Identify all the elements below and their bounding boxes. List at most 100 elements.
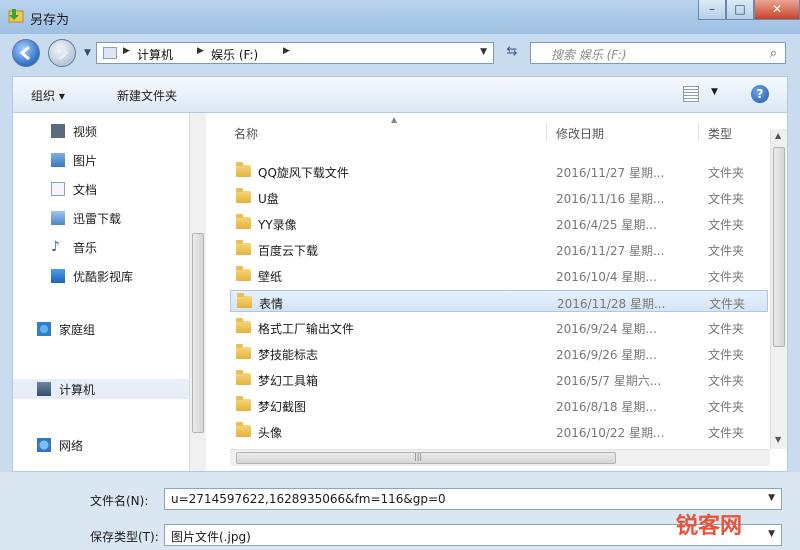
- vscrollbar-thumb[interactable]: [773, 147, 785, 347]
- nav-item-xunlei[interactable]: 迅雷下载: [13, 208, 189, 228]
- nav-item-label: 音乐: [73, 241, 98, 255]
- scroll-grip-icon: |||: [414, 452, 423, 461]
- filetype-label: 保存类型(T):: [90, 530, 159, 544]
- file-row[interactable]: 格式工厂输出文件 2016/9/24 星期... 文件夹: [230, 316, 768, 338]
- filename-field[interactable]: u=2714597622,1628935066&fm=116&gp=0 ▼: [164, 488, 782, 510]
- chevron-right-icon[interactable]: ▶: [123, 46, 130, 56]
- folder-icon: [236, 266, 251, 281]
- file-row[interactable]: YY录像 2016/4/25 星期... 文件夹: [230, 212, 768, 234]
- nav-item-computer[interactable]: 计算机: [13, 379, 189, 399]
- file-name: 表情: [259, 297, 284, 311]
- chevron-right-icon[interactable]: ▶: [197, 46, 204, 56]
- file-row[interactable]: 壁纸 2016/10/4 星期... 文件夹: [230, 264, 768, 286]
- nav-item-documents[interactable]: 文档: [13, 179, 189, 199]
- folder-icon: [236, 396, 251, 411]
- file-date: 2016/11/28 星期...: [557, 297, 666, 311]
- refresh-button[interactable]: ⇆: [500, 44, 524, 62]
- nav-item-label: 视频: [73, 125, 98, 139]
- address-bar[interactable]: ▶ 计算机 ▶ 娱乐 (F:) ▶ ▼: [96, 42, 494, 64]
- close-button[interactable]: ✕: [754, 0, 800, 20]
- hscrollbar-thumb[interactable]: [236, 452, 616, 464]
- file-date: 2016/5/7 星期六...: [556, 374, 662, 388]
- organize-button[interactable]: 组织 ▾: [31, 87, 65, 104]
- video-library-icon: [51, 124, 65, 138]
- file-list-vscrollbar[interactable]: ▲ ▼: [770, 129, 787, 449]
- folder-icon: [236, 370, 251, 385]
- nav-item-label: 文档: [73, 183, 98, 197]
- file-type: 文件夹: [708, 166, 745, 180]
- documents-library-icon: [51, 182, 65, 196]
- file-date: 2016/11/27 星期...: [556, 166, 665, 180]
- file-row-selected[interactable]: 表情 2016/11/28 星期... 文件夹: [230, 290, 768, 312]
- file-type: 文件夹: [708, 218, 745, 232]
- refresh-icon: ⇆: [506, 44, 518, 59]
- nav-item-label: 计算机: [59, 383, 96, 397]
- back-button[interactable]: [12, 39, 40, 67]
- folder-icon: [236, 214, 251, 229]
- computer-icon: [103, 47, 117, 59]
- search-input[interactable]: 搜索 娱乐 (F:) ⌕: [530, 42, 786, 64]
- file-row[interactable]: QQ旋风下载文件 2016/11/27 星期... 文件夹: [230, 160, 768, 182]
- chevron-right-icon[interactable]: ▶: [283, 46, 290, 56]
- search-placeholder: 搜索 娱乐 (F:): [551, 48, 627, 62]
- scroll-down-icon[interactable]: ▼: [775, 435, 781, 444]
- file-type: 文件夹: [708, 192, 745, 206]
- nav-item-music[interactable]: ♪ 音乐: [13, 237, 189, 257]
- file-name: 头像: [258, 426, 283, 440]
- nav-item-videos[interactable]: 视频: [13, 121, 189, 141]
- file-type: 文件夹: [708, 400, 745, 414]
- maximize-button[interactable]: □: [726, 0, 754, 20]
- column-divider[interactable]: [546, 123, 547, 141]
- save-as-icon: [8, 9, 24, 23]
- minimize-button[interactable]: –: [698, 0, 726, 20]
- column-header-name[interactable]: 名称: [234, 125, 258, 142]
- file-row[interactable]: U盘 2016/11/16 星期... 文件夹: [230, 186, 768, 208]
- window-title: 另存为: [30, 13, 70, 28]
- chevron-down-icon[interactable]: ▼: [768, 493, 775, 503]
- homegroup-icon: [37, 322, 51, 336]
- nav-item-label: 图片: [73, 154, 98, 168]
- view-options-icon[interactable]: [683, 86, 699, 102]
- nav-scrollbar[interactable]: [189, 113, 206, 471]
- file-row[interactable]: 百度云下载 2016/11/27 星期... 文件夹: [230, 238, 768, 260]
- nav-item-network[interactable]: 网络: [13, 435, 189, 455]
- file-name: 梦幻工具箱: [258, 374, 319, 388]
- file-name: YY录像: [258, 218, 297, 232]
- folder-icon: [236, 240, 251, 255]
- new-folder-button[interactable]: 新建文件夹: [117, 87, 177, 104]
- file-row[interactable]: 梦幻截图 2016/8/18 星期... 文件夹: [230, 394, 768, 416]
- scroll-up-icon[interactable]: ▲: [775, 131, 781, 140]
- view-dropdown[interactable]: ▼: [711, 87, 718, 97]
- file-row[interactable]: 头像 2016/10/22 星期... 文件夹: [230, 420, 768, 442]
- file-date: 2016/10/22 星期...: [556, 426, 665, 440]
- file-type: 文件夹: [708, 244, 745, 258]
- chevron-down-icon[interactable]: ▼: [480, 47, 487, 57]
- filename-label: 文件名(N):: [90, 494, 149, 508]
- file-list: ▲ 名称 修改日期 类型 QQ旋风下载文件 2016/11/27 星期... 文…: [216, 113, 787, 471]
- file-row[interactable]: 梦技能标志 2016/9/26 星期... 文件夹: [230, 342, 768, 364]
- column-header-type[interactable]: 类型: [708, 125, 732, 142]
- youku-library-icon: [51, 269, 65, 283]
- chevron-down-icon[interactable]: ▼: [768, 529, 775, 539]
- file-type: 文件夹: [709, 297, 746, 311]
- file-date: 2016/9/24 星期...: [556, 322, 657, 336]
- column-divider[interactable]: [698, 123, 699, 141]
- breadcrumb-computer[interactable]: 计算机: [137, 46, 173, 63]
- file-date: 2016/11/27 星期...: [556, 244, 665, 258]
- recent-pages-dropdown[interactable]: ▼: [84, 48, 91, 58]
- nav-item-youku[interactable]: 优酷影视库: [13, 266, 189, 286]
- nav-scrollbar-thumb[interactable]: [192, 233, 204, 433]
- xunlei-download-icon: [51, 211, 65, 225]
- forward-arrow-icon: [58, 45, 69, 61]
- nav-item-homegroup[interactable]: 家庭组: [13, 319, 189, 339]
- window-controls: – □ ✕: [698, 0, 800, 20]
- nav-item-pictures[interactable]: 图片: [13, 150, 189, 170]
- breadcrumb-drive-f[interactable]: 娱乐 (F:): [211, 46, 258, 63]
- help-button[interactable]: ?: [751, 85, 769, 103]
- forward-button[interactable]: [48, 39, 76, 67]
- title-bar: 另存为 – □ ✕: [0, 0, 800, 34]
- file-date: 2016/8/18 星期...: [556, 400, 657, 414]
- column-header-date[interactable]: 修改日期: [556, 125, 604, 142]
- file-list-hscrollbar[interactable]: |||: [230, 449, 770, 466]
- file-row[interactable]: 梦幻工具箱 2016/5/7 星期六... 文件夹: [230, 368, 768, 390]
